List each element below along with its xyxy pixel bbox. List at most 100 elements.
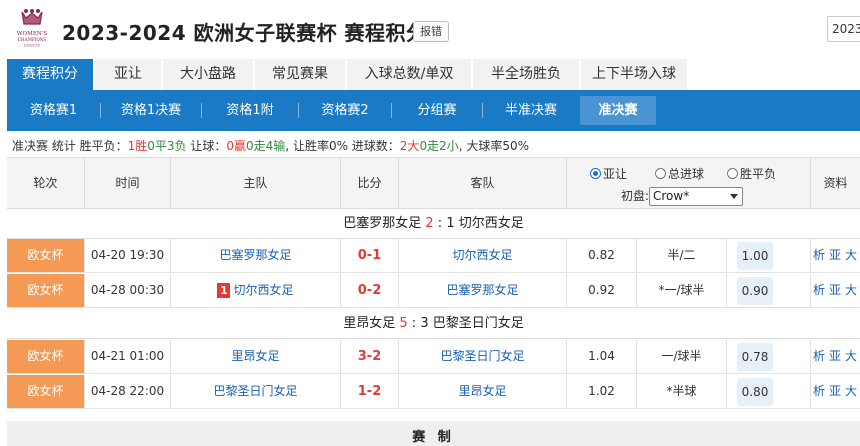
away-odds-cell: 1.00 [727, 239, 811, 272]
over-under-link[interactable]: 大 [845, 384, 857, 398]
red-card-badge: 1 [217, 283, 231, 298]
stats-win: 1胜 [127, 139, 148, 153]
tab-quarterfinal[interactable]: 半准决赛 [483, 90, 579, 131]
league-cell[interactable]: 欧女杯 [7, 274, 85, 307]
home-odds: 0.92 [567, 274, 637, 307]
home-team-link[interactable]: 巴黎圣日门女足 [213, 384, 297, 398]
odds-options: 亚让 总进球 胜平负 初盘: Crow* [567, 158, 811, 208]
company-select-value: Crow* [653, 189, 690, 203]
tie-home: 巴塞罗那女足 [343, 216, 422, 231]
header-home: 主队 [171, 158, 341, 208]
page-header: WOMEN'S CHAMPIONS LEAGUE 2023-2024 欧洲女子联… [0, 0, 860, 58]
away-odds-cell: 0.80 [727, 375, 811, 408]
match-score[interactable]: 0-2 [358, 283, 382, 298]
stats-draw: 0平 [147, 139, 167, 153]
stats-loss: 3负 [166, 139, 187, 153]
home-team-link[interactable]: 切尔西女足 [233, 283, 293, 297]
stats-handicap-label: 让球： [186, 139, 227, 153]
over-under-link[interactable]: 大 [845, 349, 857, 363]
stats-big-rate: , 大球率50% [458, 139, 530, 153]
tab-half-goals[interactable]: 上下半场入球 [581, 59, 687, 90]
tab-total-goals[interactable]: 入球总数/单双 [347, 59, 471, 90]
stats-label: 准决赛 统计 胜平负： [12, 139, 128, 153]
asian-odds-link[interactable]: 亚 [829, 349, 841, 363]
tie-summary: 巴塞罗那女足 2 : 1 切尔西女足 [7, 209, 860, 239]
analysis-link[interactable]: 析 [813, 248, 825, 262]
tie-separator: : [411, 316, 417, 331]
tab-qual-1-final[interactable]: 资格1决赛 [101, 90, 201, 131]
svg-text:CHAMPIONS: CHAMPIONS [18, 37, 47, 42]
asian-odds-link[interactable]: 亚 [829, 283, 841, 297]
away-odds: 0.80 [737, 378, 773, 406]
tie-away: 切尔西女足 [458, 216, 524, 231]
asian-odds-link[interactable]: 亚 [829, 248, 841, 262]
season-select[interactable]: 2023 [827, 16, 860, 42]
info-links: 析亚大欧 [811, 340, 860, 373]
over-under-link[interactable]: 大 [845, 283, 857, 297]
handicap-line: *一/球半 [637, 274, 727, 307]
stats-goals-label: , 让胜率0% 进球数： [285, 139, 400, 153]
analysis-link[interactable]: 析 [813, 384, 825, 398]
away-team-link[interactable]: 巴黎圣日门女足 [440, 349, 524, 363]
league-cell[interactable]: 欧女杯 [7, 340, 85, 373]
company-select[interactable]: Crow* [649, 187, 743, 206]
radio-label: 胜平负 [740, 167, 777, 181]
analysis-link[interactable]: 析 [813, 349, 825, 363]
tab-group-stage[interactable]: 分组赛 [392, 90, 482, 131]
report-error-button[interactable]: 报错 [413, 21, 449, 42]
away-team-link[interactable]: 切尔西女足 [452, 248, 512, 262]
analysis-link[interactable]: 析 [813, 283, 825, 297]
match-score[interactable]: 1-2 [358, 384, 382, 399]
main-tabs: 赛程积分 亚让 大小盘路 常见赛果 入球总数/单双 半全场胜负 上下半场入球 [7, 59, 860, 90]
score-cell: 3-2 [341, 340, 399, 373]
away-odds-cell: 0.78 [727, 340, 811, 373]
table-row: 欧女杯 04-28 00:30 1 切尔西女足 0-2 巴塞罗那女足 0.92 *… [7, 274, 860, 308]
tab-standings[interactable]: 赛程积分 [7, 59, 93, 90]
tie-separator: : [437, 216, 443, 231]
tab-asian-handicap[interactable]: 亚让 [95, 59, 161, 90]
tab-semifinal[interactable]: 准决赛 [580, 96, 656, 125]
away-odds-cell: 0.90 [727, 274, 811, 307]
home-team-link[interactable]: 里昂女足 [231, 349, 279, 363]
away-team-link[interactable]: 里昂女足 [458, 384, 506, 398]
handicap-line: 一/球半 [637, 340, 727, 373]
match-time: 04-28 22:00 [85, 375, 171, 408]
tab-common-results[interactable]: 常见赛果 [255, 59, 345, 90]
tab-over-under[interactable]: 大小盘路 [163, 59, 253, 90]
tie-home-goals: 5 [399, 316, 408, 331]
away-team-cell: 里昂女足 [399, 375, 567, 408]
odds-type-radios: 亚让 总进球 胜平负 [582, 166, 812, 182]
radio-total-goals[interactable]: 总进球 [655, 166, 704, 182]
tab-qual-1[interactable]: 资格赛1 [7, 90, 100, 131]
match-score[interactable]: 0-1 [358, 248, 382, 263]
league-cell[interactable]: 欧女杯 [7, 375, 85, 408]
match-score[interactable]: 3-2 [358, 349, 382, 364]
header-score: 比分 [341, 158, 399, 208]
tab-qual-1-extra[interactable]: 资格1附 [202, 90, 298, 131]
radio-asian-handicap[interactable]: 亚让 [590, 166, 627, 182]
away-team-cell: 巴塞罗那女足 [399, 274, 567, 307]
asian-odds-link[interactable]: 亚 [829, 384, 841, 398]
over-under-link[interactable]: 大 [845, 248, 857, 262]
header-away: 客队 [399, 158, 567, 208]
match-time: 04-21 01:00 [85, 340, 171, 373]
handicap-line: 半/二 [637, 239, 727, 272]
tab-halftime-fulltime[interactable]: 半全场胜负 [473, 59, 579, 90]
match-time: 04-20 19:30 [85, 239, 171, 272]
radio-1x2[interactable]: 胜平负 [727, 166, 776, 182]
score-cell: 0-2 [341, 274, 399, 307]
home-team-cell: 巴塞罗那女足 [171, 239, 341, 272]
round-stats: 准决赛 统计 胜平负：1胜0平3负 让球：0赢0走4输, 让胜率0% 进球数：2… [12, 137, 529, 154]
league-cell[interactable]: 欧女杯 [7, 239, 85, 272]
chevron-down-icon [730, 194, 738, 199]
stats-big: 2大 [399, 139, 420, 153]
away-team-link[interactable]: 巴塞罗那女足 [446, 283, 518, 297]
header-round: 轮次 [7, 158, 85, 208]
tab-qual-2[interactable]: 资格赛2 [299, 90, 391, 131]
radio-label: 亚让 [603, 167, 628, 181]
table-row: 欧女杯 04-28 22:00 巴黎圣日门女足 1-2 里昂女足 1.02 *半… [7, 375, 860, 409]
away-team-cell: 切尔西女足 [399, 239, 567, 272]
page-title: 2023-2024 欧洲女子联赛杯 赛程积分 [62, 21, 427, 45]
home-team-link[interactable]: 巴塞罗那女足 [219, 248, 291, 262]
score-cell: 1-2 [341, 375, 399, 408]
